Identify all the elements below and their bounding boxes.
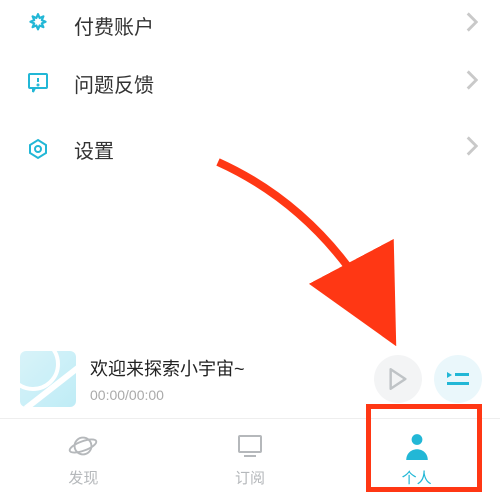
sparkle-icon [24, 11, 52, 39]
chevron-right-icon [466, 136, 478, 162]
playlist-icon [446, 369, 470, 389]
planet-icon [68, 431, 98, 461]
menu-item-feedback[interactable]: 问题反馈 [0, 50, 500, 116]
settings-hex-icon [24, 135, 52, 163]
mini-player[interactable]: 欢迎来探索小宇宙~ 00:00/00:00 [0, 340, 500, 418]
play-icon [388, 368, 408, 390]
nav-label: 个人 [402, 467, 432, 488]
bottom-nav: 发现 订阅 个人 [0, 418, 500, 500]
settings-list: 付费账户 问题反馈 设置 [0, 0, 500, 182]
chevron-right-icon [466, 70, 478, 96]
nav-profile[interactable]: 个人 [333, 419, 500, 500]
nav-label: 订阅 [235, 467, 265, 488]
menu-item-settings[interactable]: 设置 [0, 116, 500, 182]
spacer [0, 182, 500, 340]
player-title: 欢迎来探索小宇宙~ [90, 355, 366, 381]
album-art [20, 351, 76, 407]
play-button[interactable] [374, 355, 422, 403]
menu-label: 设置 [74, 135, 466, 164]
menu-label: 付费账户 [74, 11, 466, 40]
nav-subscribe[interactable]: 订阅 [167, 419, 334, 500]
menu-item-paid-account[interactable]: 付费账户 [0, 0, 500, 50]
feedback-icon [24, 69, 52, 97]
nav-label: 发现 [68, 467, 98, 488]
person-icon [404, 431, 430, 461]
menu-label: 问题反馈 [74, 69, 466, 98]
monitor-icon [236, 431, 264, 461]
queue-button[interactable] [434, 355, 482, 403]
chevron-right-icon [466, 12, 478, 38]
player-meta: 欢迎来探索小宇宙~ 00:00/00:00 [90, 355, 366, 403]
player-time: 00:00/00:00 [90, 387, 366, 403]
nav-discover[interactable]: 发现 [0, 419, 167, 500]
